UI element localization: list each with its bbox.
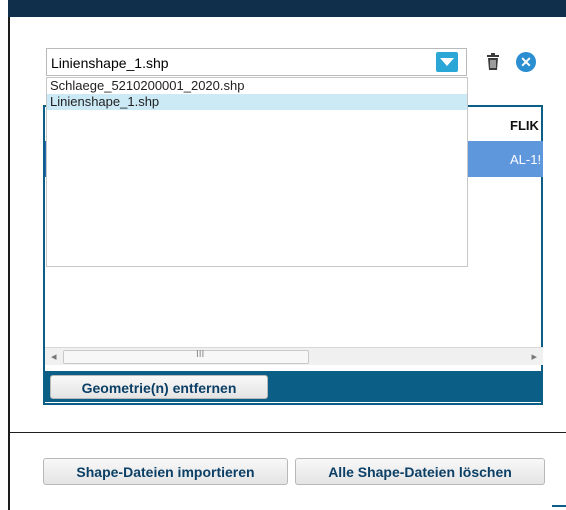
corner-marker bbox=[552, 505, 566, 507]
section-divider bbox=[8, 432, 566, 433]
shapefile-select[interactable]: Linienshape_1.shp bbox=[46, 48, 467, 76]
delete-all-shapes-button[interactable]: Alle Shape-Dateien löschen bbox=[295, 458, 545, 485]
scrollbar-thumb[interactable] bbox=[63, 350, 309, 364]
horizontal-scrollbar[interactable]: ◂ III ▸ bbox=[45, 347, 543, 365]
left-margin bbox=[0, 0, 8, 510]
scroll-left-arrow[interactable]: ◂ bbox=[51, 350, 57, 363]
scrollbar-grip: III bbox=[196, 349, 205, 360]
dropdown-option-selected[interactable]: Linienshape_1.shp bbox=[47, 94, 467, 110]
panel-left-border bbox=[8, 17, 10, 510]
dropdown-option[interactable]: Schlaege_5210200001_2020.shp bbox=[47, 78, 467, 94]
top-bar-band bbox=[8, 0, 566, 17]
import-shapes-button[interactable]: Shape-Dateien importieren bbox=[43, 458, 288, 485]
shapefile-dropdown-list: Schlaege_5210200001_2020.shp Linienshape… bbox=[46, 77, 468, 267]
table-cell-flik[interactable]: AL-1! bbox=[510, 152, 541, 167]
chevron-down-icon[interactable] bbox=[436, 52, 458, 72]
column-header-flik[interactable]: FLIK bbox=[510, 118, 539, 133]
close-icon[interactable]: ✕ bbox=[516, 52, 536, 72]
trash-icon[interactable] bbox=[485, 53, 501, 71]
shapefile-select-value: Linienshape_1.shp bbox=[51, 55, 169, 71]
remove-geometry-button[interactable]: Geometrie(n) entfernen bbox=[50, 375, 268, 399]
top-bar bbox=[0, 0, 566, 17]
scroll-right-arrow[interactable]: ▸ bbox=[531, 350, 537, 363]
